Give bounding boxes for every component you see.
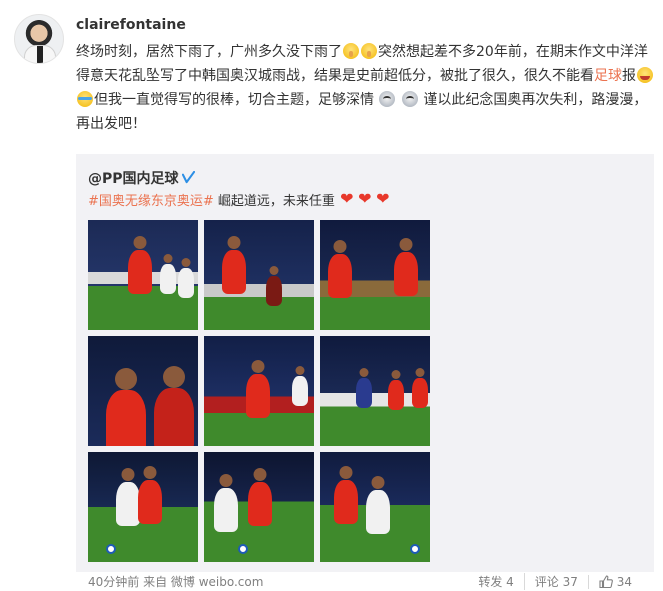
player-figure [178, 268, 194, 298]
player-figure [128, 250, 152, 294]
post-footer: 40分钟前 来自 微博 weibo.com 转发 4 评论 37 34 [76, 571, 654, 591]
photo-4[interactable] [88, 336, 198, 446]
repost-author-name[interactable]: @PP国内足球 [88, 171, 179, 187]
post-text: 终场时刻，居然下雨了，广州多久没下雨了 突然想起差不多20年前，在期末作文中洋洋得… [76, 40, 654, 136]
hashtag-link[interactable]: #国奥无缘东京奥运# [88, 194, 214, 209]
player-figure [328, 254, 352, 298]
laugh-emoji [637, 67, 653, 83]
avatar[interactable] [14, 14, 64, 64]
ball [106, 544, 116, 554]
comment-button[interactable]: 评论 37 [523, 573, 588, 590]
player-figure [266, 276, 282, 306]
repost-text-body: 崛起道远，未来任重 [213, 194, 335, 209]
like-icon [599, 575, 613, 588]
photo-5[interactable] [204, 336, 314, 446]
photo-1[interactable] [88, 220, 198, 330]
heart-emoji [376, 189, 392, 209]
player-figure [248, 482, 272, 526]
post-text-part-3: 报 [622, 68, 636, 84]
like-button[interactable]: 34 [587, 575, 642, 589]
heart-emoji [358, 189, 374, 209]
sad-emoji [379, 91, 396, 107]
like-count: 34 [616, 575, 632, 589]
hush-emoji [343, 43, 359, 59]
photo-2[interactable] [204, 220, 314, 330]
repost-text: #国奥无缘东京奥运# 崛起道远，未来任重 [88, 189, 393, 212]
heart-emoji [340, 189, 356, 209]
hush-emoji [361, 43, 377, 59]
player-figure [154, 388, 194, 446]
ball [238, 544, 248, 554]
photo-9[interactable] [320, 452, 430, 562]
player-figure [106, 390, 146, 446]
repost-button[interactable]: 转发 4 [468, 573, 523, 590]
player-figure [138, 480, 162, 524]
action-bar: 转发 4 评论 37 34 [468, 573, 642, 590]
username[interactable]: clairefontaine [76, 17, 186, 33]
time-source[interactable]: 40分钟前 来自 微博 weibo.com [88, 573, 263, 590]
photo-7[interactable] [88, 452, 198, 562]
photo-6[interactable] [320, 336, 430, 446]
cry-emoji [77, 91, 93, 107]
repost-author[interactable]: @PP国内足球 [88, 168, 195, 188]
player-figure [222, 250, 246, 294]
post-text-part-4: 但我一直觉得写的很棒，切合主题，足够深情 [94, 92, 374, 108]
player-figure [388, 380, 404, 410]
player-figure [356, 378, 372, 408]
ball [410, 544, 420, 554]
player-figure [394, 252, 418, 296]
player-figure [246, 374, 270, 418]
sad-emoji [401, 91, 418, 107]
player-figure [292, 376, 308, 406]
player-figure [334, 480, 358, 524]
football-link[interactable]: 足球 [594, 68, 622, 84]
avatar-stripe [37, 46, 43, 63]
player-figure [412, 378, 428, 408]
player-figure [160, 264, 176, 294]
player-figure [214, 488, 238, 532]
photo-3[interactable] [320, 220, 430, 330]
post-text-part-1: 终场时刻，居然下雨了，广州多久没下雨了 [76, 44, 342, 60]
player-figure [366, 490, 390, 534]
repost-card: @PP国内足球 #国奥无缘东京奥运# 崛起道远，未来任重 [76, 154, 654, 572]
photo-8[interactable] [204, 452, 314, 562]
verified-icon [181, 171, 195, 184]
player-figure [116, 482, 140, 526]
